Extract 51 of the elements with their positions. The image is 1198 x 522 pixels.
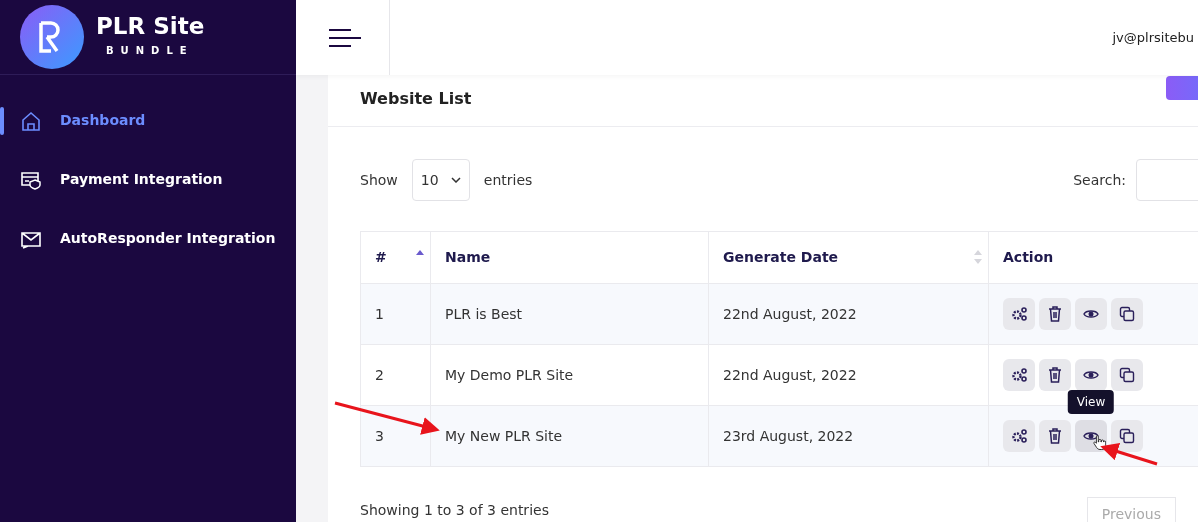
- view-button[interactable]: [1075, 298, 1107, 330]
- sidebar-item[interactable]: Dashboard: [0, 91, 296, 150]
- column-header[interactable]: Generate Date: [723, 249, 839, 265]
- sidebar-item[interactable]: Payment Integration: [0, 150, 296, 209]
- user-email[interactable]: jv@plrsitebu: [1112, 27, 1194, 48]
- gears-icon: [1011, 306, 1027, 322]
- copy-button[interactable]: [1111, 420, 1143, 452]
- gears-icon: [1011, 367, 1027, 383]
- brand-tagline: BUNDLE: [106, 44, 194, 59]
- table-cell: My New PLR Site: [445, 427, 563, 444]
- sidebar-item[interactable]: AutoResponder Integration: [0, 209, 296, 268]
- settings-button[interactable]: [1003, 420, 1035, 452]
- copy-button[interactable]: [1111, 359, 1143, 391]
- column-header[interactable]: #: [375, 249, 387, 265]
- table-cell: 1: [375, 305, 384, 322]
- table-cell: 22nd August, 2022: [723, 366, 857, 383]
- search-label: Search:: [1073, 170, 1126, 190]
- home-icon: [20, 109, 42, 132]
- table-cell: 22nd August, 2022: [723, 305, 857, 322]
- settings-button[interactable]: [1003, 359, 1035, 391]
- table-cell: My Demo PLR Site: [445, 366, 574, 383]
- table-cell: 3: [375, 427, 384, 444]
- table-info: Showing 1 to 3 of 3 entries: [360, 500, 549, 520]
- brand-name: PLR Site: [96, 13, 205, 40]
- table-cell: 23rd August, 2022: [723, 427, 854, 444]
- copy-icon: [1119, 428, 1135, 444]
- delete-button[interactable]: [1039, 298, 1071, 330]
- view-button[interactable]: [1075, 359, 1107, 391]
- menu-icon: [328, 27, 362, 48]
- copy-button[interactable]: [1111, 298, 1143, 330]
- copy-icon: [1119, 367, 1135, 383]
- tooltip: View: [1067, 390, 1115, 414]
- gears-icon: [1011, 428, 1027, 444]
- trash-icon: [1047, 367, 1063, 383]
- arrow-annotation: [1100, 443, 1158, 466]
- column-header[interactable]: Action: [1003, 249, 1054, 265]
- table-cell: 2: [375, 366, 384, 383]
- show-label: Show: [360, 170, 398, 190]
- entries-label: entries: [483, 170, 533, 190]
- column-header[interactable]: Name: [445, 249, 491, 265]
- delete-button[interactable]: [1039, 359, 1071, 391]
- settings-button[interactable]: [1003, 298, 1035, 330]
- trash-icon: [1047, 428, 1063, 444]
- table-cell: PLR is Best: [445, 305, 523, 322]
- trash-icon: [1047, 306, 1063, 322]
- delete-button[interactable]: [1039, 420, 1071, 452]
- card-title: Website List: [360, 88, 472, 109]
- hand-cursor-icon: [1093, 434, 1106, 450]
- caret-icon: [450, 177, 461, 183]
- copy-icon: [1119, 306, 1135, 322]
- entries-select[interactable]: 10: [411, 159, 470, 201]
